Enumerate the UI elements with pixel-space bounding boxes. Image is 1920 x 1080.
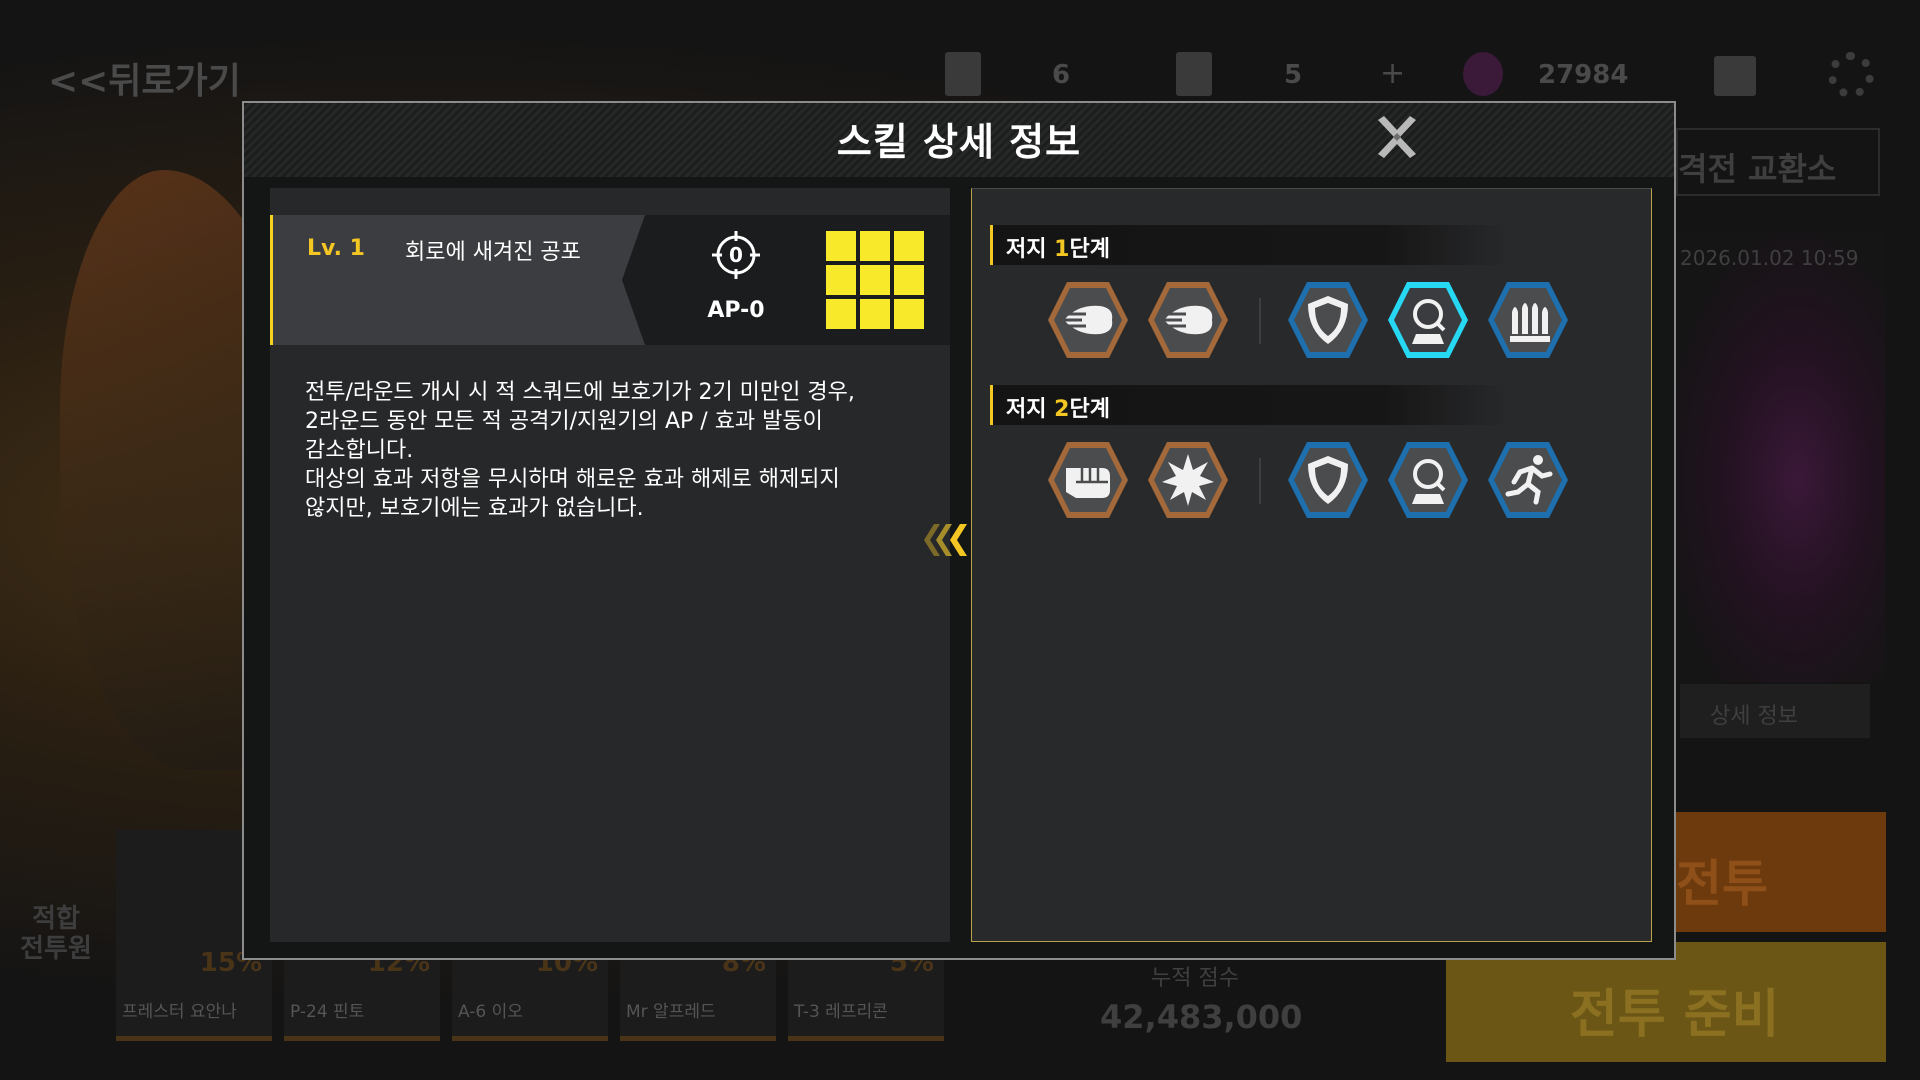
stage-number: 1 — [1054, 237, 1070, 262]
battle-button[interactable]: 전투 — [1676, 812, 1886, 932]
close-x-icon[interactable] — [1374, 114, 1420, 160]
stage-2-header: 저지 2단계 — [990, 385, 1513, 425]
range-cell — [894, 265, 924, 295]
exchange-button[interactable]: 격전 교환소 — [1676, 128, 1880, 196]
document-icon — [1176, 52, 1212, 96]
shield-icon[interactable] — [1286, 438, 1370, 522]
wind-speed-icon[interactable] — [1046, 278, 1130, 362]
wind-speed-icon[interactable] — [1146, 278, 1230, 362]
clapperboard-icon[interactable] — [1714, 56, 1756, 96]
range-grid — [826, 231, 924, 329]
score-value: 42,483,000 — [1100, 998, 1303, 1036]
stage-number: 2 — [1054, 397, 1070, 422]
description-line: 않지만, 보호기에는 효과가 없습니다. — [305, 496, 644, 521]
detail-label: 상세 정보 — [1710, 704, 1798, 729]
score-label: 누적 점수 — [1151, 966, 1239, 991]
suitable-units-label: 적합 전투원 — [20, 904, 92, 964]
magnifier-icon[interactable] — [1386, 278, 1470, 362]
back-button[interactable]: <<뒤로가기 — [48, 52, 241, 104]
ticket-icon — [945, 52, 981, 96]
shield-icon[interactable] — [1286, 278, 1370, 362]
range-cell — [894, 231, 924, 261]
target-value: 0 — [729, 243, 743, 267]
ap-cost: AP-0 — [707, 298, 765, 323]
range-cell — [860, 231, 890, 261]
exchange-label: 격전 교환소 — [1678, 150, 1837, 188]
range-cell — [826, 299, 856, 329]
description-line: 대상의 효과 저항을 무시하며 해로운 효과 해제로 해제되지 — [305, 467, 840, 492]
unit-name: T-3 레프리콘 — [794, 1002, 888, 1022]
fist-icon[interactable] — [1046, 438, 1130, 522]
battle-ready-button[interactable]: 전투 준비 — [1446, 942, 1886, 1062]
stage-2-title: 저지 2단계 — [1006, 391, 1110, 423]
stage-label-prefix: 저지 — [1006, 397, 1055, 422]
resource-value-1: 6 — [1052, 60, 1071, 90]
running-icon[interactable] — [1486, 438, 1570, 522]
gem-icon — [1463, 52, 1503, 96]
stage-label-prefix: 저지 — [1006, 237, 1055, 262]
crosshair-icon: 0 — [712, 231, 760, 279]
stage-1-title: 저지 1단계 — [1006, 231, 1110, 263]
modal-title: 스킬 상세 정보 — [836, 120, 1082, 164]
unit-name: Mr 알프레드 — [626, 1002, 716, 1022]
unit-name: P-24 핀토 — [290, 1002, 365, 1022]
battle-ready-label: 전투 준비 — [1570, 985, 1780, 1045]
stage-1-header: 저지 1단계 — [990, 225, 1513, 265]
resource-value-3: 27984 — [1538, 60, 1629, 90]
description-line: 전투/라운드 개시 시 적 스쿼드에 보호기가 2기 미만인 경우, — [305, 380, 855, 405]
stage-label-suffix: 단계 — [1069, 237, 1110, 262]
bullets-icon[interactable] — [1486, 278, 1570, 362]
skill-description: 전투/라운드 개시 시 적 스쿼드에 보호기가 2기 미만인 경우, 2라운드 … — [305, 378, 905, 523]
timestamp: 2026.01.02 10:59 — [1680, 246, 1859, 270]
detail-button[interactable]: 상세 정보 — [1680, 684, 1870, 738]
range-cell — [826, 265, 856, 295]
burst-icon[interactable] — [1146, 438, 1230, 522]
resource-value-2: 5 — [1284, 60, 1303, 90]
icon-divider — [1259, 458, 1261, 504]
unit-name: 프레스터 요안나 — [122, 1002, 237, 1022]
description-line: 2라운드 동안 모든 적 공격기/지원기의 AP / 효과 발동이 — [305, 409, 823, 434]
magnifier-icon[interactable] — [1386, 438, 1470, 522]
skill-name: 회로에 새겨진 공포 — [405, 240, 581, 265]
gear-icon[interactable] — [1828, 52, 1874, 98]
range-cell — [860, 299, 890, 329]
range-cell — [826, 231, 856, 261]
stage-label-suffix: 단계 — [1069, 397, 1110, 422]
add-resource-button[interactable]: + — [1380, 56, 1405, 91]
icon-divider — [1259, 298, 1261, 344]
boss-art — [1665, 232, 1885, 682]
battle-label: 전투 — [1676, 855, 1768, 913]
unit-name: A-6 이오 — [458, 1002, 523, 1022]
skill-level: Lv. 1 — [307, 236, 365, 261]
range-cell — [860, 265, 890, 295]
description-line: 감소합니다. — [305, 438, 414, 463]
range-cell — [894, 299, 924, 329]
collapse-chevron-icon[interactable] — [922, 522, 972, 558]
